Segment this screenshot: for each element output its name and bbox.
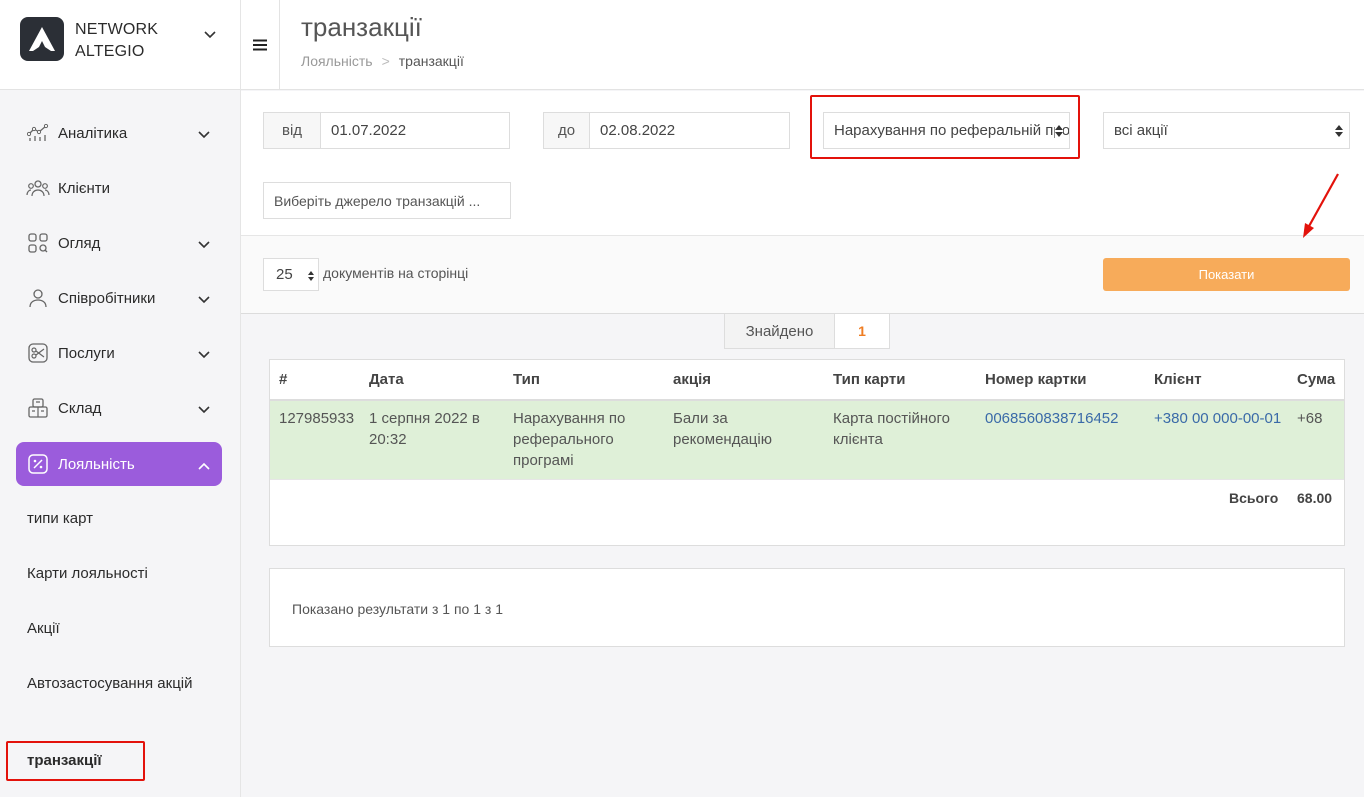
chevron-down-icon	[198, 236, 210, 253]
sidebar-item-label: Лояльність	[58, 455, 135, 473]
sidebar-item-label: Співробітники	[58, 289, 156, 307]
total-label: Всього	[1229, 490, 1279, 506]
column-header-id: #	[279, 371, 288, 388]
warehouse-icon	[26, 396, 50, 420]
sidebar-item-analytics[interactable]: Аналітика	[16, 111, 222, 155]
sidebar: NETWORK ALTEGIO Аналітика Клієнти Огляд …	[0, 0, 241, 797]
cell-type: Нарахування по реферального програмі	[513, 410, 626, 469]
chevron-down-icon	[198, 401, 210, 418]
highlight-box-transactions	[6, 741, 145, 781]
cell-id: 127985933	[279, 410, 355, 427]
client-phone-link[interactable]: +380 00 000-00-01	[1154, 408, 1281, 429]
brand-name: NETWORK ALTEGIO	[75, 19, 158, 63]
clients-icon	[26, 176, 50, 200]
select-arrows-icon	[1335, 124, 1343, 142]
results-toolbar: 25 документів на сторінці Показати	[241, 236, 1364, 314]
cell-promotion: Бали за рекомендацію	[673, 410, 772, 448]
per-page-value: 25	[276, 266, 293, 283]
brand-line-2: ALTEGIO	[75, 43, 145, 60]
found-counter: Знайдено 1	[724, 314, 890, 349]
sidebar-item-label: Огляд	[58, 234, 101, 252]
sidebar-subitem-loyalty-cards[interactable]: Карти лояльності	[27, 563, 148, 585]
results-summary: Показано результати з 1 по 1 з 1	[292, 601, 503, 617]
promotion-value: всі акції	[1114, 122, 1168, 139]
altegio-logo	[20, 17, 64, 61]
transactions-table: # Дата Тип акція Тип карти Номер картки …	[269, 359, 1345, 546]
scissors-icon	[26, 341, 50, 365]
column-header-date: Дата	[369, 371, 404, 388]
row-divider	[270, 479, 1344, 480]
promotion-select[interactable]: всі акції	[1103, 112, 1350, 149]
found-count: 1	[858, 323, 866, 339]
sidebar-subitem-auto-apply[interactable]: Автозастосування акцій	[27, 673, 207, 695]
column-header-promotion: акція	[673, 371, 711, 388]
cell-card-type: Карта постійного клієнта	[833, 410, 950, 448]
card-number-link[interactable]: 0068560838716452	[985, 408, 1118, 429]
red-arrow-annotation	[1303, 173, 1339, 238]
breadcrumb-separator: >	[381, 53, 390, 69]
sidebar-item-services[interactable]: Послуги	[16, 331, 222, 375]
sidebar-subitem-card-types[interactable]: типи карт	[27, 508, 93, 530]
column-header-card-number: Номер картки	[985, 371, 1087, 388]
highlight-box-type-select	[810, 95, 1080, 159]
sidebar-item-label: Аналітика	[58, 124, 128, 142]
sidebar-item-warehouse[interactable]: Склад	[16, 386, 222, 430]
breadcrumb-current: транзакції	[398, 53, 464, 69]
select-arrows-icon	[308, 269, 314, 286]
found-label: Знайдено	[725, 314, 835, 348]
staff-icon	[26, 286, 50, 310]
sidebar-item-overview[interactable]: Огляд	[16, 221, 222, 265]
sidebar-item-label: Послуги	[58, 344, 115, 362]
chevron-down-icon	[198, 291, 210, 308]
sidebar-item-label: Склад	[58, 399, 102, 417]
date-to-label: до	[543, 112, 590, 149]
overview-icon	[26, 231, 50, 255]
chevron-down-icon[interactable]	[204, 26, 216, 42]
chevron-down-icon	[198, 126, 210, 143]
date-to-input[interactable]: 02.08.2022	[589, 112, 790, 149]
breadcrumb: Лояльність > транзакції	[301, 53, 464, 69]
hamburger-icon	[253, 39, 267, 51]
menu-toggle-button[interactable]	[241, 0, 280, 90]
per-page-select[interactable]: 25	[263, 258, 319, 291]
page-title: транзакції	[301, 12, 422, 42]
filters-panel: від 01.07.2022 до 02.08.2022 Нарахування…	[241, 91, 1364, 236]
results-summary-panel: Показано результати з 1 по 1 з 1	[269, 568, 1345, 647]
chevron-down-icon	[198, 346, 210, 363]
per-page-label: документів на сторінці	[323, 265, 469, 281]
cell-date: 1 серпня 2022 в 20:32	[369, 410, 480, 448]
breadcrumb-parent[interactable]: Лояльність	[301, 53, 373, 69]
sidebar-item-label: Клієнти	[58, 179, 111, 197]
column-header-card-type: Тип карти	[833, 371, 906, 388]
sidebar-item-clients[interactable]: Клієнти	[16, 166, 222, 210]
page-header: транзакції Лояльність > транзакції	[241, 0, 1364, 90]
show-button[interactable]: Показати	[1103, 258, 1350, 291]
chevron-up-icon	[198, 457, 210, 474]
column-header-sum: Сума	[1297, 371, 1336, 388]
brand-line-1: NETWORK	[75, 21, 159, 38]
brand-header[interactable]: NETWORK ALTEGIO	[0, 0, 240, 90]
column-header-client: Клієнт	[1154, 371, 1202, 388]
date-from-label: від	[263, 112, 321, 149]
transaction-source-select[interactable]: Виберіть джерело транзакцій ...	[263, 182, 511, 219]
date-from-input[interactable]: 01.07.2022	[320, 112, 510, 149]
total-value: 68.00	[1297, 490, 1333, 506]
analytics-icon	[26, 121, 50, 145]
column-header-type: Тип	[513, 371, 540, 388]
cell-sum: +68	[1297, 410, 1323, 427]
sidebar-item-staff[interactable]: Співробітники	[16, 276, 222, 320]
loyalty-icon	[26, 452, 50, 476]
sidebar-item-loyalty[interactable]: Лояльність	[16, 442, 222, 486]
sidebar-subitem-promotions[interactable]: Акції	[27, 618, 60, 640]
